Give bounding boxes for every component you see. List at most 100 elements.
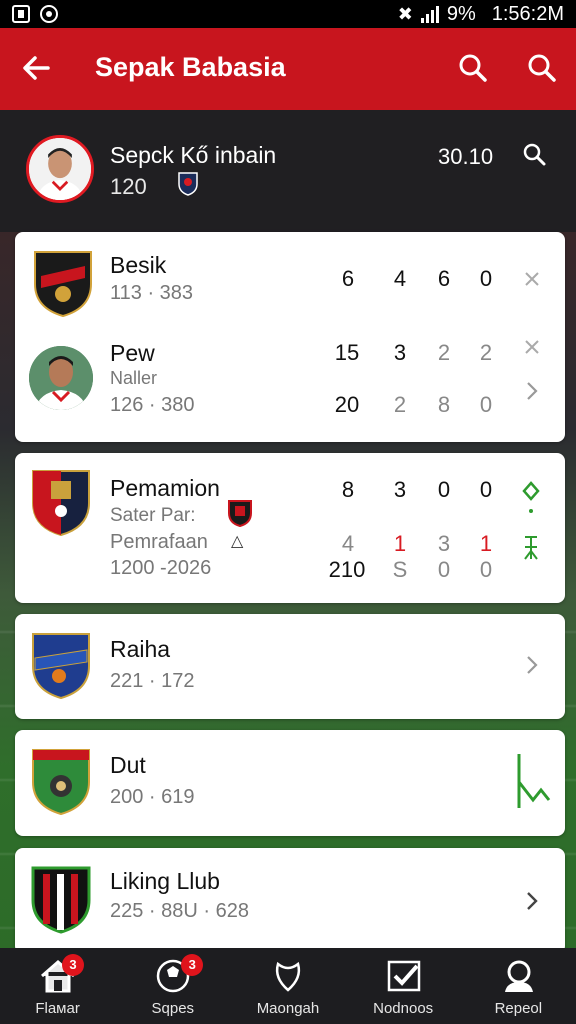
- team-subtitle: Pemrafaan: [110, 531, 208, 553]
- stat-value: 3: [393, 340, 407, 365]
- signal-icon: [420, 5, 439, 23]
- search-icon[interactable]: [455, 50, 491, 86]
- stat-value: 0: [479, 266, 493, 291]
- list-item[interactable]: Liking Llub 225 · 88U · 628: [15, 848, 565, 954]
- nav-item-profile[interactable]: Repeol: [461, 948, 576, 1024]
- green-diamond-icon[interactable]: [521, 481, 541, 521]
- stat-value: 1: [479, 531, 493, 556]
- nav-label: Maongah: [256, 1000, 320, 1017]
- team-name: Pemamion: [110, 475, 220, 501]
- nav-label: Flaмar: [35, 1000, 80, 1017]
- stat-value: 0: [437, 477, 451, 502]
- team-stats: 200 · 619: [110, 786, 195, 808]
- stat-value: 6: [341, 266, 355, 291]
- nav-label: Repeol: [494, 1000, 543, 1017]
- team-name: Besik: [110, 252, 167, 278]
- back-arrow-icon[interactable]: [18, 50, 54, 86]
- stat-value: 8: [341, 477, 355, 502]
- clock: 1:56:2M: [491, 2, 564, 25]
- team-name: Liking Llub: [110, 868, 220, 894]
- team-card[interactable]: Liking Llub 225 · 88U · 628: [15, 848, 565, 954]
- check-icon: [387, 960, 420, 992]
- list-item[interactable]: Pemamion Sater Par: Pemrafaan △ 1200 -20…: [15, 453, 565, 603]
- x-icon[interactable]: [523, 338, 541, 356]
- notification-badge: 3: [181, 954, 204, 976]
- stat-value: 0: [479, 477, 493, 502]
- stat-value: 2: [393, 392, 407, 417]
- green-red-shield-icon: [32, 749, 90, 816]
- stat-value: 2: [437, 340, 451, 365]
- profile-score: 30.10: [438, 144, 494, 169]
- team-stats: 1200 -2026: [110, 557, 212, 579]
- team-stats: 225 · 88U · 628: [110, 900, 249, 922]
- app-bar: Sepak Babasia: [0, 28, 576, 110]
- team-card[interactable]: Raiha 221 · 172: [15, 614, 565, 719]
- black-red-stripe-shield-icon: [31, 866, 91, 934]
- club-badge-icon: [178, 172, 198, 196]
- team-stats: 113 · 383: [110, 282, 194, 304]
- stat-value: 210: [328, 557, 366, 582]
- list-item[interactable]: Pew Naller 126 · 380 15 3 2 2 20 2 8 0: [15, 332, 565, 442]
- notification-icon: [12, 5, 30, 23]
- team-card[interactable]: Dut 200 · 619: [15, 730, 565, 836]
- club-badge-icon: [228, 500, 252, 527]
- stat-value: 0: [479, 392, 493, 417]
- stat-value: S: [392, 557, 408, 582]
- stat-value: 3: [437, 531, 451, 556]
- navy-red-crest-icon: [32, 470, 90, 537]
- search-icon[interactable]: [520, 140, 548, 168]
- player-stats: 126 · 380: [110, 394, 195, 416]
- stat-value: 8: [437, 392, 451, 417]
- warning-icon: △: [231, 533, 244, 550]
- search-icon[interactable]: [524, 50, 560, 86]
- player-name: Pew: [110, 340, 155, 366]
- nav-label: Nodnoos: [373, 1000, 434, 1017]
- profile-name: Sepck Kő inbain: [110, 142, 277, 168]
- profile-number: 120: [110, 174, 147, 199]
- stat-value: 2: [479, 340, 493, 365]
- page-title: Sepak Babasia: [95, 52, 286, 82]
- shield-heart-icon: [276, 961, 301, 992]
- stat-value: 20: [334, 392, 360, 417]
- status-bar: ✖ 9% 1:56:2M: [0, 0, 576, 28]
- list-item[interactable]: Raiha 221 · 172: [15, 614, 565, 719]
- green-chart-icon[interactable]: [515, 752, 551, 812]
- bottom-navigation: 3 Flaмar 3 Sqpes Maongah Nodnoos Repeol: [0, 948, 576, 1024]
- player-role: Naller: [110, 368, 158, 388]
- avatar: [26, 135, 94, 203]
- team-name: Raiha: [110, 636, 171, 662]
- stat-value: 6: [437, 266, 451, 291]
- dark-red-shield-icon: [34, 251, 92, 318]
- stat-value: 4: [341, 531, 355, 556]
- notification-badge: 3: [62, 954, 84, 976]
- list-item[interactable]: Besik 113 · 383 6 4 6 0: [15, 232, 565, 332]
- stat-value: 0: [437, 557, 451, 582]
- team-stats: 221 · 172: [110, 670, 195, 692]
- profile-icon: [504, 960, 533, 992]
- x-icon[interactable]: [523, 270, 541, 288]
- mute-icon: ✖: [397, 3, 413, 24]
- blue-shield-icon: [32, 633, 90, 700]
- profile-header[interactable]: Sepck Kő inbain 120 30.10: [0, 110, 576, 232]
- avatar: [29, 346, 93, 410]
- chevron-right-icon[interactable]: [523, 888, 541, 914]
- team-card[interactable]: Pemamion Sater Par: Pemrafaan △ 1200 -20…: [15, 453, 565, 603]
- chevron-right-icon[interactable]: [523, 652, 541, 678]
- team-card[interactable]: Besik 113 · 383 6 4 6 0 Pew Naller 126 ·…: [15, 232, 565, 442]
- stat-value: 4: [393, 266, 407, 291]
- chevron-right-icon[interactable]: [523, 378, 541, 404]
- stat-value: 1: [393, 531, 407, 556]
- team-name: Dut: [110, 752, 146, 778]
- stat-value: 3: [393, 477, 407, 502]
- stat-value: 0: [479, 557, 493, 582]
- list-item[interactable]: Dut 200 · 619: [15, 730, 565, 836]
- green-figure-icon: [524, 536, 538, 560]
- nav-item-clubs[interactable]: Maongah: [230, 948, 345, 1024]
- nav-item-news[interactable]: Nodnoos: [346, 948, 461, 1024]
- stat-value: 15: [334, 340, 360, 365]
- team-subtitle: Sater Par:: [110, 505, 196, 526]
- nav-label: Sqpes: [151, 1000, 195, 1017]
- nav-item-home[interactable]: 3 Flaмar: [0, 948, 115, 1024]
- sync-icon: [40, 5, 58, 23]
- nav-item-matches[interactable]: 3 Sqpes: [115, 948, 230, 1024]
